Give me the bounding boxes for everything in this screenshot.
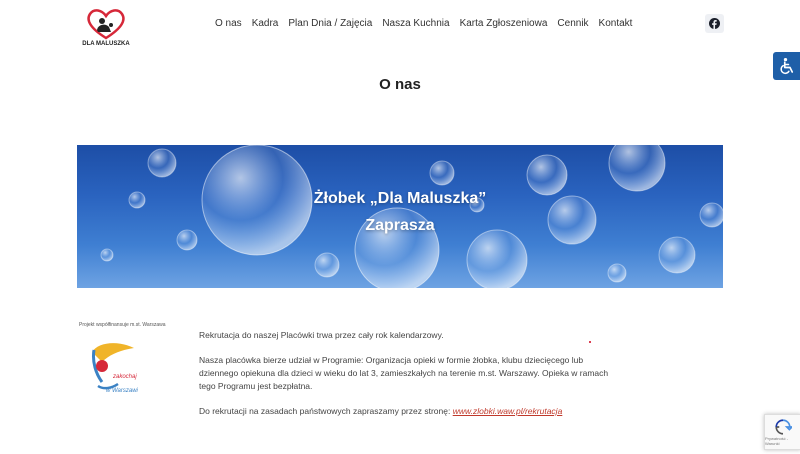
hero-title: Żłobek „Dla Maluszka” Zaprasza: [77, 185, 723, 239]
decorative-dot: [589, 341, 591, 343]
hero-title-line1: Żłobek „Dla Maluszka”: [313, 190, 487, 207]
content-paragraph-1: Rekrutacja do naszej Placówki trwa przez…: [199, 330, 444, 340]
hero-banner: Żłobek „Dla Maluszka” Zaprasza: [77, 145, 723, 288]
main-content: Rekrutacja do naszej Placówki trwa przez…: [199, 329, 609, 430]
content-paragraph-3: Do rekrutacji na zasadach państwowych za…: [199, 405, 609, 418]
nav-item-nasza-kuchnia[interactable]: Nasza Kuchnia: [377, 17, 454, 31]
nav-item-o-nas[interactable]: O nas: [210, 17, 247, 31]
recaptcha-badge[interactable]: Prywatność - Warunki: [764, 414, 800, 450]
warszawa-logo-text-2: w Warszawie: [106, 388, 138, 394]
main-nav: O nas Kadra Plan Dnia / Zajęcia Nasza Ku…: [210, 17, 637, 31]
recruitment-link[interactable]: www.zlobki.waw.pl/rekrutacja: [453, 406, 563, 416]
sponsor-caption: Projekt współfinansuje m.st. Warszawa: [79, 322, 166, 328]
warszawa-logo-text-1: zakochaj się: [112, 374, 138, 380]
wheelchair-icon: [779, 57, 793, 75]
nav-item-plan-dnia[interactable]: Plan Dnia / Zajęcia: [283, 17, 377, 31]
recaptcha-label: Prywatność - Warunki: [765, 436, 789, 446]
recruitment-text: Do rekrutacji na zasadach państwowych za…: [199, 406, 453, 416]
hero-title-line2: Zaprasza: [365, 217, 435, 234]
facebook-button[interactable]: [705, 14, 724, 33]
nav-item-cennik[interactable]: Cennik: [552, 17, 593, 31]
nav-item-karta-zgloszeniowa[interactable]: Karta Zgłoszeniowa: [455, 17, 553, 31]
warszawa-logo: zakochaj się w Warszawie: [88, 334, 147, 404]
page-title: O nas: [379, 76, 421, 94]
nav-item-kadra[interactable]: Kadra: [247, 17, 284, 31]
content-paragraph-2: Nasza placówka bierze udział w Programie…: [199, 355, 609, 391]
recaptcha-icon: [775, 419, 792, 435]
nav-item-kontakt[interactable]: Kontakt: [594, 17, 638, 31]
facebook-icon: [709, 18, 720, 29]
logo-text: DLA MALUSZKA: [82, 41, 130, 47]
site-logo[interactable]: DLA MALUSZKA: [80, 4, 132, 48]
